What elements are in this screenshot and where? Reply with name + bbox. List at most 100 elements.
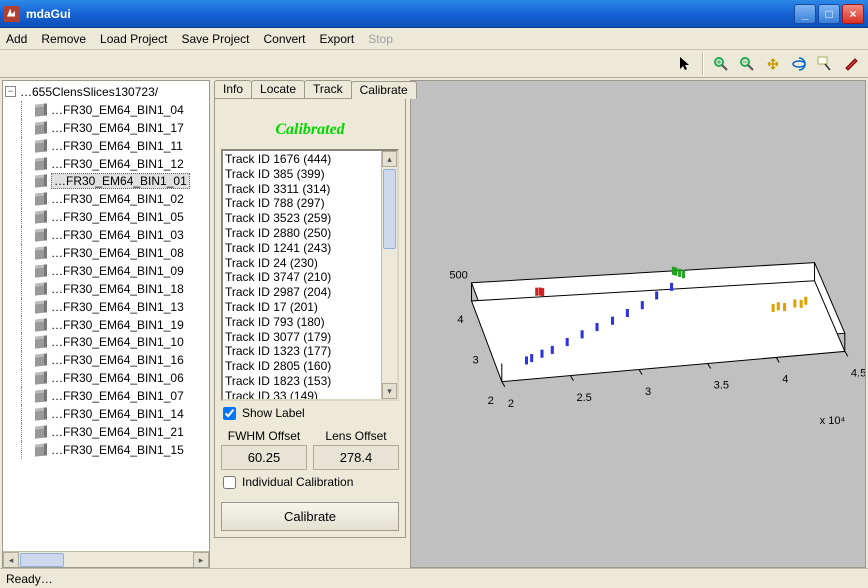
menu-save-project[interactable]: Save Project [181,32,249,46]
menu-convert[interactable]: Convert [263,32,305,46]
cube-icon [35,175,47,188]
z-tick-label: 500 [449,270,467,282]
track-list-item[interactable]: Track ID 3523 (259) [225,211,379,226]
rotate-3d-icon[interactable] [788,53,810,75]
scroll-thumb[interactable] [383,169,396,249]
track-list-item[interactable]: Track ID 1823 (153) [225,374,379,389]
scatter-point [540,350,543,358]
tree-item[interactable]: …FR30_EM64_BIN1_03 [3,226,209,244]
cube-icon [35,407,47,420]
track-list-item[interactable]: Track ID 3077 (179) [225,330,379,345]
cube-icon [35,282,47,295]
tree-item[interactable]: …FR30_EM64_BIN1_08 [3,244,209,262]
scatter-point [804,297,807,305]
cube-icon [35,211,47,224]
track-list-item[interactable]: Track ID 1241 (243) [225,241,379,256]
track-list-item[interactable]: Track ID 17 (201) [225,300,379,315]
track-list-item[interactable]: Track ID 2805 (160) [225,359,379,374]
cube-icon [35,300,47,313]
minimize-button[interactable]: _ [794,4,816,24]
tab-track[interactable]: Track [304,80,352,98]
cube-icon [35,372,47,385]
close-button[interactable]: × [842,4,864,24]
fwhm-offset-value[interactable]: 60.25 [221,445,307,470]
tree-item[interactable]: …FR30_EM64_BIN1_05 [3,208,209,226]
cube-icon [35,193,47,206]
tree-item[interactable]: …FR30_EM64_BIN1_15 [3,441,209,459]
track-list-item[interactable]: Track ID 24 (230) [225,256,379,271]
collapse-icon[interactable]: − [5,86,16,97]
tree-item[interactable]: …FR30_EM64_BIN1_16 [3,351,209,369]
tree-item-label: …FR30_EM64_BIN1_09 [51,264,184,278]
scatter-point [670,283,673,291]
tree-item[interactable]: …FR30_EM64_BIN1_21 [3,423,209,441]
track-list-item[interactable]: Track ID 2880 (250) [225,226,379,241]
plot-3d-axes[interactable]: 500 234 22.533.544.5 x 10⁴ [410,80,866,568]
scatter-point [551,346,554,354]
tree-item[interactable]: …FR30_EM64_BIN1_04 [3,101,209,119]
track-list-item[interactable]: Track ID 3311 (314) [225,182,379,197]
cube-icon [35,354,47,367]
scroll-thumb[interactable] [20,553,64,567]
maximize-button[interactable]: □ [818,4,840,24]
menu-add[interactable]: Add [6,32,27,46]
scroll-left-arrow[interactable]: ◂ [3,552,19,568]
track-list-item[interactable]: Track ID 1323 (177) [225,344,379,359]
scatter-point [674,268,677,276]
tree-item[interactable]: …FR30_EM64_BIN1_01 [3,172,209,190]
pan-icon[interactable] [762,53,784,75]
tree-item[interactable]: …FR30_EM64_BIN1_07 [3,387,209,405]
tree-item[interactable]: …FR30_EM64_BIN1_12 [3,155,209,173]
tree-item[interactable]: …FR30_EM64_BIN1_19 [3,316,209,334]
track-listbox[interactable]: Track ID 1676 (444)Track ID 385 (399)Tra… [221,149,399,401]
tab-strip: Info Locate Track Calibrate [214,80,406,98]
tree-item[interactable]: …FR30_EM64_BIN1_18 [3,280,209,298]
track-list-item[interactable]: Track ID 1676 (444) [225,152,379,167]
scatter-point [611,317,614,325]
tab-calibrate[interactable]: Calibrate [351,81,417,99]
window-titlebar: mdaGui _ □ × [0,0,868,28]
tab-locate[interactable]: Locate [251,80,305,98]
tree-item[interactable]: …FR30_EM64_BIN1_02 [3,190,209,208]
menu-load-project[interactable]: Load Project [100,32,167,46]
track-list-item[interactable]: Track ID 33 (149) [225,389,379,399]
cube-icon [35,336,47,349]
tree-root[interactable]: −…655ClensSlices130723/ [3,83,209,101]
tree-item[interactable]: …FR30_EM64_BIN1_10 [3,333,209,351]
listbox-vertical-scrollbar[interactable]: ▴ ▾ [381,151,397,399]
tree-item[interactable]: …FR30_EM64_BIN1_13 [3,298,209,316]
tree-item[interactable]: …FR30_EM64_BIN1_14 [3,405,209,423]
status-text: Ready… [6,572,53,586]
show-label-checkbox[interactable] [223,407,236,420]
calibrate-button[interactable]: Calibrate [221,502,399,531]
track-list-item[interactable]: Track ID 385 (399) [225,167,379,182]
track-list-item[interactable]: Track ID 2987 (204) [225,285,379,300]
data-cursor-icon[interactable] [814,53,836,75]
x-tick-label: 3.5 [714,380,729,392]
zoom-in-icon[interactable] [710,53,732,75]
track-list-item[interactable]: Track ID 3747 (210) [225,270,379,285]
tree-item[interactable]: …FR30_EM64_BIN1_06 [3,369,209,387]
tab-info[interactable]: Info [214,80,252,98]
tree-item[interactable]: …FR30_EM64_BIN1_09 [3,262,209,280]
brush-icon[interactable] [840,53,862,75]
tree-item[interactable]: …FR30_EM64_BIN1_11 [3,137,209,155]
menu-remove[interactable]: Remove [41,32,86,46]
track-list-item[interactable]: Track ID 788 (297) [225,196,379,211]
status-bar: Ready… [0,568,868,588]
track-list-item[interactable]: Track ID 793 (180) [225,315,379,330]
y-tick-label: 2 [488,395,494,407]
scroll-up-arrow[interactable]: ▴ [382,151,397,167]
pointer-icon[interactable] [674,53,696,75]
zoom-out-icon[interactable] [736,53,758,75]
tree-item[interactable]: …FR30_EM64_BIN1_17 [3,119,209,137]
menu-export[interactable]: Export [320,32,355,46]
scroll-down-arrow[interactable]: ▾ [382,383,397,399]
lens-offset-value[interactable]: 278.4 [313,445,399,470]
toolbar [0,50,868,78]
individual-calibration-checkbox[interactable] [223,476,236,489]
y-tick-label: 4 [457,314,463,326]
tree-item-label: …FR30_EM64_BIN1_21 [51,425,184,439]
tree-horizontal-scrollbar[interactable]: ◂ ▸ [3,551,209,567]
scroll-right-arrow[interactable]: ▸ [193,552,209,568]
